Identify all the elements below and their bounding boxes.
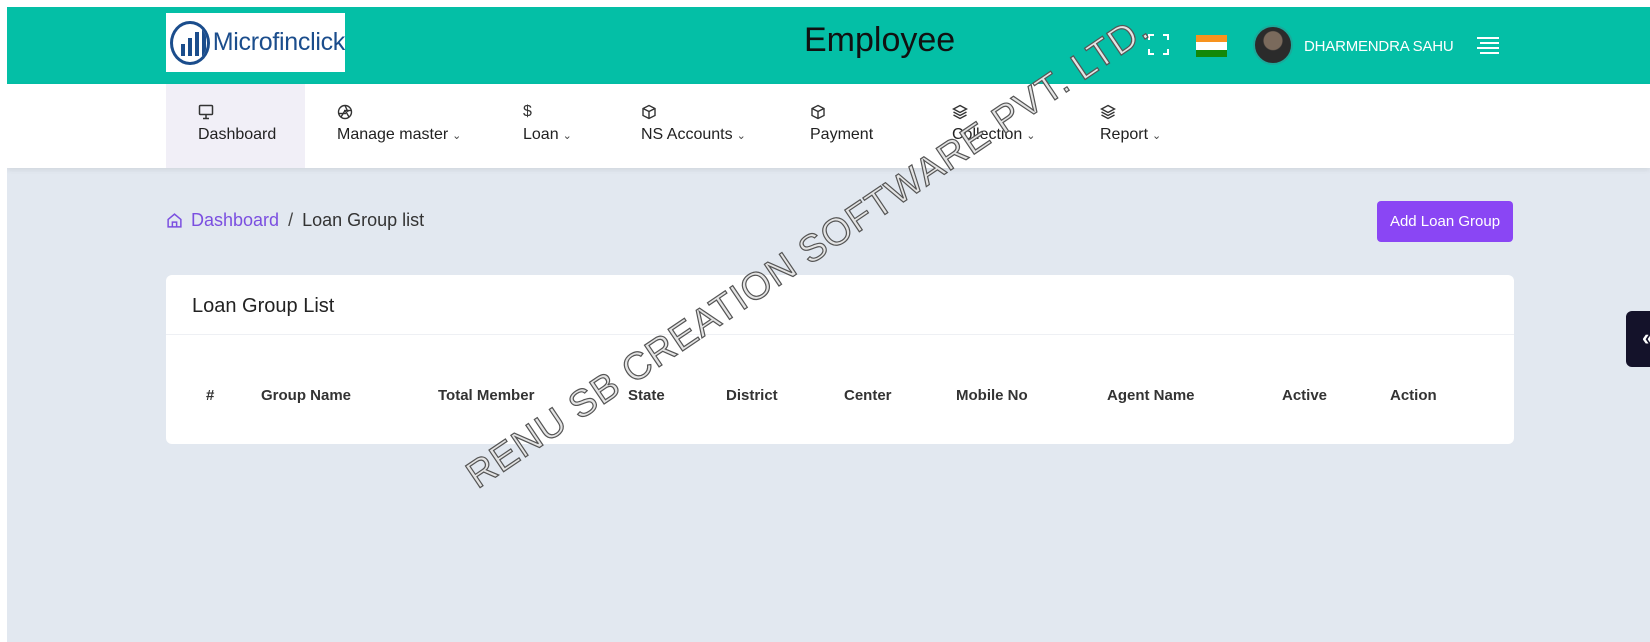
chevron-down-icon: ⌄ (562, 130, 572, 142)
layers-icon (952, 104, 968, 120)
nav-item-payment[interactable]: Payment (810, 84, 920, 168)
logo-chart-icon (170, 20, 210, 65)
dollar-icon: $ (523, 103, 532, 120)
app-frame: Microfinclick Employee DHARMENDRA SAHU D… (7, 7, 1650, 642)
fullscreen-icon[interactable] (1148, 34, 1169, 55)
chevron-down-icon: ⌄ (1152, 130, 1162, 142)
logo-text: Microfinclick (212, 28, 346, 56)
column-header-active: Active (1282, 387, 1328, 404)
nav-item-manage-master[interactable]: Manage master ⌄ (337, 84, 477, 168)
column-header-district: District (726, 387, 778, 404)
column-header-agent-name: Agent Name (1107, 387, 1195, 404)
nav-item-collection[interactable]: Collection ⌄ (952, 84, 1062, 168)
nav-label: Manage master (337, 126, 449, 143)
double-chevron-left-icon: « (1642, 325, 1650, 350)
breadcrumb-current: Loan Group list (302, 210, 425, 230)
menu-icon[interactable] (1477, 37, 1499, 54)
layers-icon (1100, 104, 1116, 120)
breadcrumb-separator: / (288, 210, 294, 230)
user-name[interactable]: DHARMENDRA SAHU (1304, 38, 1454, 55)
nav-item-loan[interactable]: $ Loan ⌄ (523, 84, 603, 168)
chevron-down-icon: ⌄ (736, 130, 746, 142)
top-header: Microfinclick Employee DHARMENDRA SAHU (7, 7, 1650, 84)
chevron-down-icon: ⌄ (1026, 130, 1036, 142)
india-flag-icon[interactable] (1196, 35, 1227, 57)
main-nav: Dashboard Manage master ⌄ $ Loan ⌄ NS Acco… (7, 84, 1650, 168)
column-header-group-name: Group Name (261, 387, 352, 404)
nav-label: NS Accounts (641, 126, 733, 143)
column-header-action: Action (1390, 387, 1437, 404)
nav-label: Payment (810, 126, 874, 143)
logo[interactable]: Microfinclick (166, 13, 345, 72)
breadcrumb-home-link[interactable]: Dashboard (191, 210, 279, 231)
column-header-center: Center (844, 387, 892, 404)
nav-label: Dashboard (198, 126, 277, 143)
column-header-total-member: Total Member (438, 387, 535, 404)
nav-label: Collection (952, 126, 1023, 143)
box-icon (642, 104, 656, 120)
card-title: Loan Group List (192, 295, 335, 317)
column-header-state: State (628, 387, 665, 404)
nav-item-report[interactable]: Report ⌄ (1100, 84, 1190, 168)
add-loan-group-button[interactable]: Add Loan Group (1377, 201, 1513, 242)
aperture-icon (337, 104, 353, 120)
column-header-mobile-no: Mobile No (956, 387, 1028, 404)
nav-label: Loan (523, 126, 559, 143)
page-heading: Employee (804, 21, 956, 59)
box-icon (811, 104, 825, 120)
chevron-down-icon: ⌄ (452, 130, 462, 142)
home-icon (167, 213, 182, 228)
avatar[interactable] (1253, 25, 1293, 65)
breadcrumb: Dashboard / Loan Group list (166, 210, 424, 231)
column-header-index: # (206, 387, 215, 404)
nav-label: Report (1100, 126, 1149, 143)
nav-item-dashboard[interactable]: Dashboard (166, 84, 305, 168)
card-divider (166, 334, 1514, 335)
side-panel-toggle[interactable]: « (1626, 311, 1650, 367)
nav-item-ns-accounts[interactable]: NS Accounts ⌄ (641, 84, 761, 168)
monitor-icon (198, 104, 214, 120)
loan-group-card: Loan Group List # Group Name Total Membe… (166, 275, 1514, 444)
